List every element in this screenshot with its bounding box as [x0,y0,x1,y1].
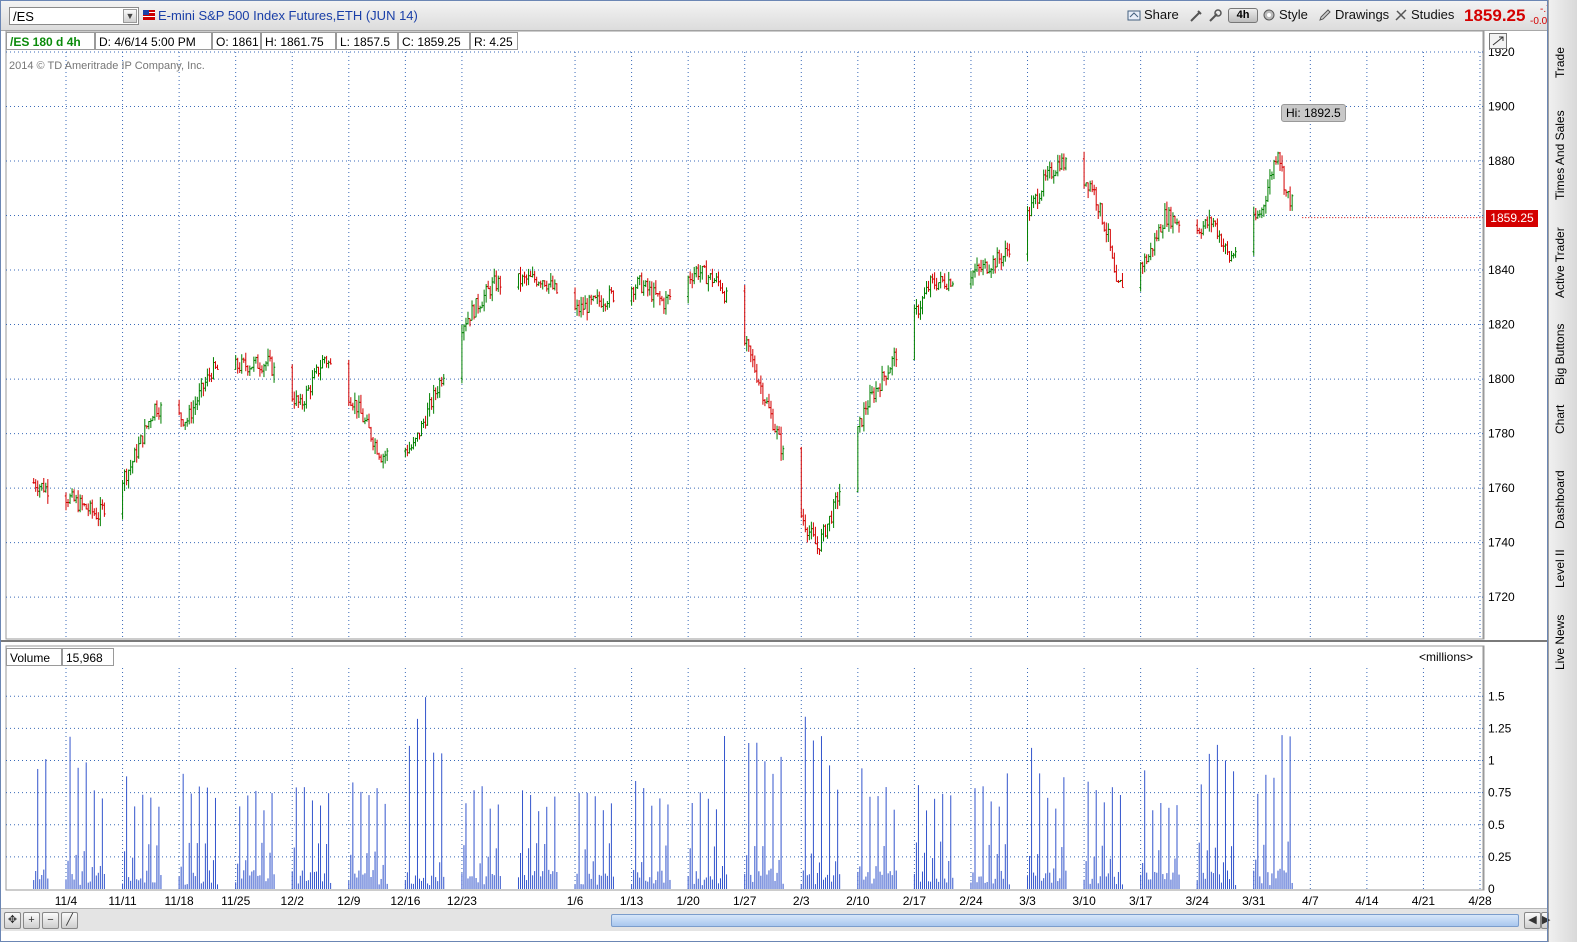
price-tick-label: 1800 [1488,372,1515,386]
date-tick-label: 2/17 [903,894,927,908]
volume-tick-label: 0.75 [1488,786,1512,800]
zoom-in-icon[interactable]: + [23,912,40,929]
range-value: R: 4.25 [470,32,518,50]
volume-label[interactable]: Volume [6,648,62,666]
date-tick-label: 4/14 [1355,894,1379,908]
date-tick-label: 11/4 [55,894,78,908]
close-value: C: 1859.25 [398,32,470,50]
scroll-thumb[interactable] [611,914,1519,927]
price-tick-label: 1780 [1488,427,1515,441]
date-tick-label: 12/9 [337,894,361,908]
volume-value: 15,968 [62,648,114,666]
low-value: L: 1857.5 [336,32,398,50]
price-tick-label: 1740 [1488,536,1515,550]
bar-date: D: 4/6/14 5:00 PM [95,32,212,50]
date-tick-label: 3/31 [1242,894,1266,908]
date-tick-label: 12/16 [390,894,420,908]
price-tick-label: 1900 [1488,100,1515,114]
date-tick-label: 3/24 [1186,894,1210,908]
high-value: H: 1861.75 [261,32,336,50]
date-tick-label: 2/24 [959,894,983,908]
date-tick-label: 4/21 [1412,894,1436,908]
pan-icon[interactable]: ✥ [4,912,21,929]
date-tick-label: 1/6 [567,894,584,908]
date-tick-label: 2/3 [793,894,810,908]
volume-tick-label: 0.5 [1488,818,1505,832]
date-tick-label: 3/10 [1072,894,1096,908]
date-tick-label: 3/17 [1129,894,1153,908]
open-value: O: 1861 [212,32,261,50]
scroll-left-icon[interactable]: ◀ [1524,912,1541,929]
volume-units: <millions> [1419,650,1474,664]
date-tick-label: 11/11 [108,894,137,908]
price-tick-label: 1840 [1488,263,1515,277]
date-tick-label: 2/10 [846,894,870,908]
scroll-right-icon[interactable]: ▶ [1541,912,1550,929]
price-chart[interactable]: 1720174017601780180018201840186018801900… [0,0,1548,942]
date-tick-label: 3/3 [1019,894,1036,908]
copyright: 2014 © TD Ameritrade IP Company, Inc. [9,60,205,72]
study-label[interactable]: /ES 180 d 4h [6,32,95,50]
price-tick-label: 1760 [1488,481,1515,495]
date-tick-label: 1/20 [676,894,700,908]
price-tick-label: 1880 [1488,154,1515,168]
draw-line-icon[interactable]: ╱ [61,912,78,929]
price-tick-label: 1720 [1488,590,1515,604]
date-tick-label: 4/7 [1302,894,1319,908]
zoom-out-icon[interactable]: − [42,912,59,929]
volume-tick-label: 1.25 [1488,721,1512,735]
date-tick-label: 12/23 [447,894,477,908]
date-tick-label: 12/2 [281,894,305,908]
date-tick-label: 1/13 [620,894,644,908]
last-price-tag: 1859.25 [1486,210,1538,227]
date-tick-label: 4/28 [1468,894,1492,908]
volume-tick-label: 0.25 [1488,850,1512,864]
high-label: Hi: 1892.5 [1281,104,1346,122]
price-tick-label: 1820 [1488,318,1515,332]
date-tick-label: 1/27 [733,894,757,908]
expand-chart-icon[interactable] [1489,33,1507,49]
date-tick-label: 11/18 [165,894,194,908]
volume-tick-label: 1.5 [1488,689,1505,703]
date-tick-label: 11/25 [221,894,250,908]
scrollbar[interactable]: ✥ + − ╱ ◀ ▶ [0,908,1550,931]
volume-tick-label: 1 [1488,754,1495,768]
